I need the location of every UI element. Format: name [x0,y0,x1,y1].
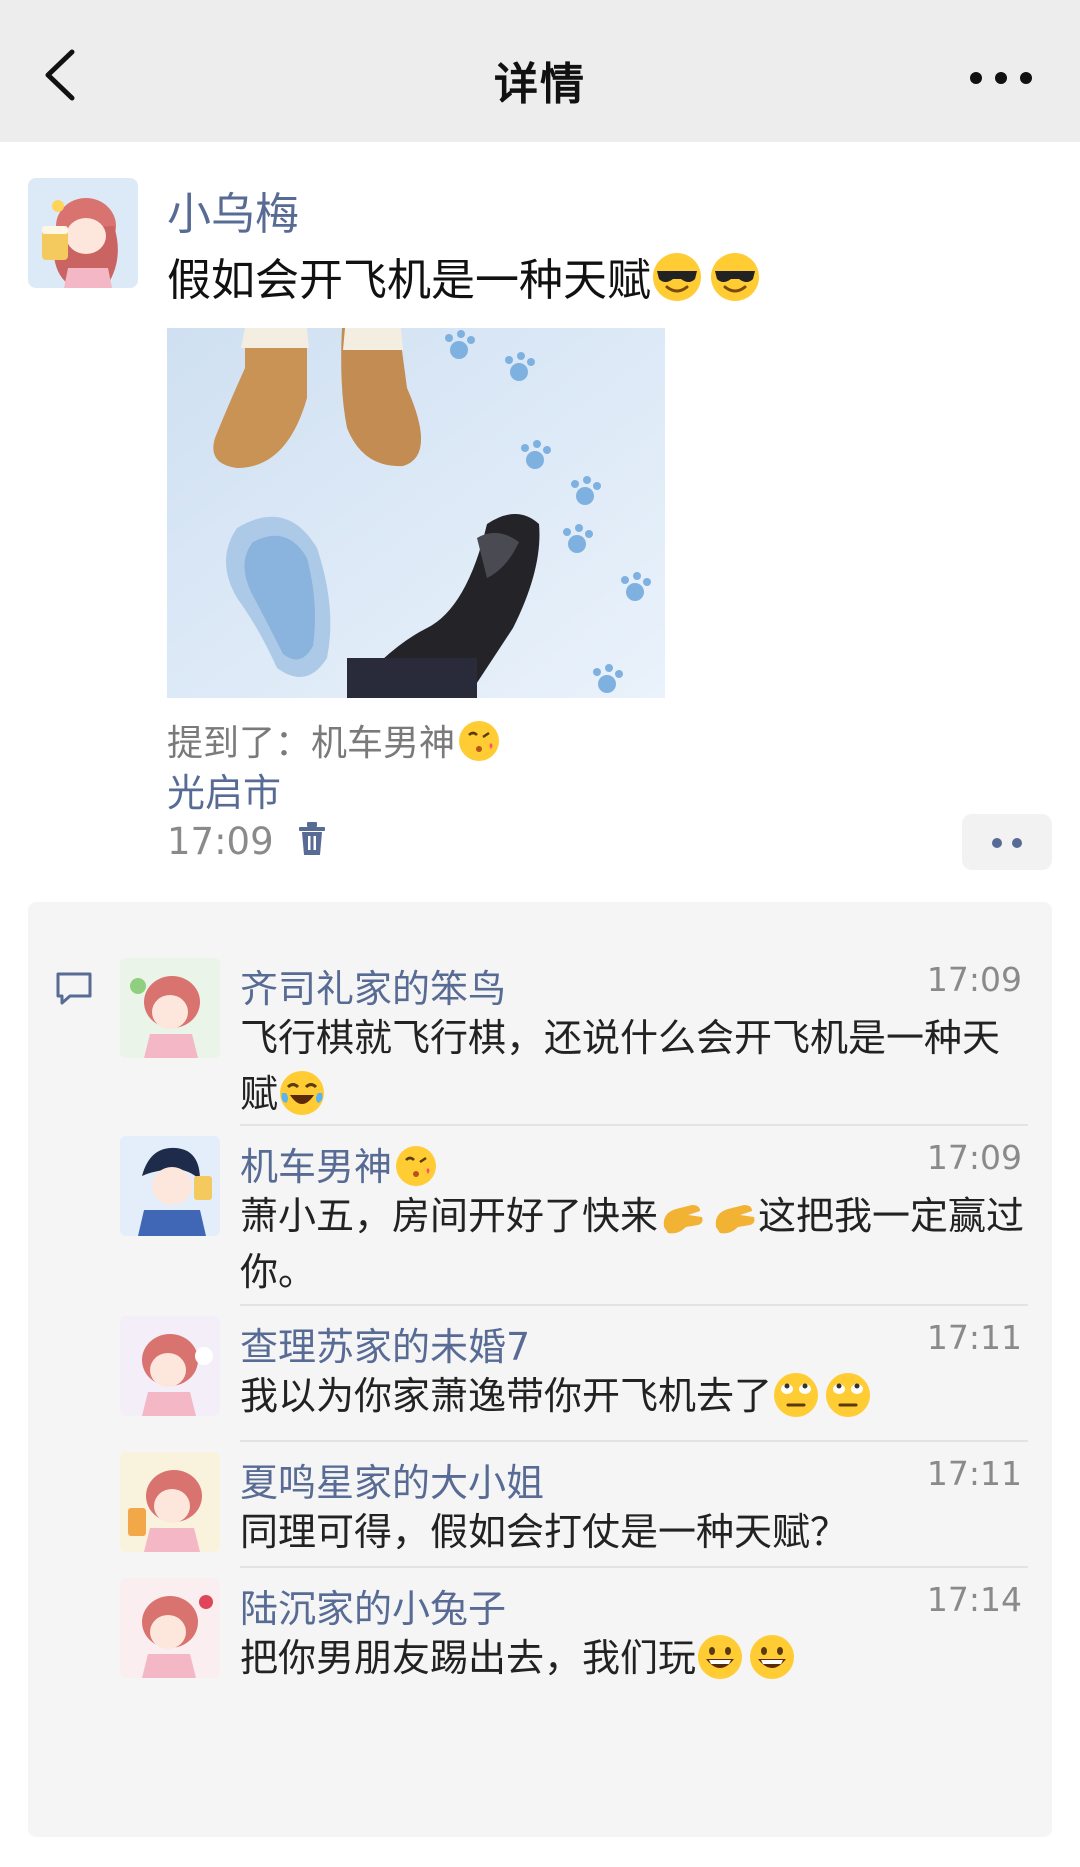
eye-roll-emoji-icon [774,1373,819,1417]
post-text: 假如会开飞机是一种天赋 [167,244,761,308]
comment-item[interactable]: 查理苏家的未婚7 17:11 我以为你家萧逸带你开飞机去了 [120,1316,1052,1426]
comment-divider [240,1304,1028,1306]
post-photo[interactable] [167,328,665,698]
comment-divider [240,1124,1028,1126]
post-text-content: 假如会开飞机是一种天赋 [167,255,651,306]
comment-item[interactable]: 齐司礼家的笨鸟 17:09 飞行棋就飞行棋，还说什么会开飞机是一种天赋 [120,958,1052,1116]
tears-of-joy-emoji-icon [280,1071,325,1115]
beckon-hand-emoji-icon [663,1205,703,1234]
mention-prefix: 提到了： [167,723,312,764]
comment-time: 17:09 [926,1138,1022,1177]
action-dot-icon [992,838,1002,848]
mention-line: 提到了：机车男神 [167,714,501,766]
beckon-hand-emoji-icon [715,1205,755,1234]
commenter-name[interactable]: 陆沉家的小兔子 [240,1578,506,1633]
comment-text-part-a: 萧小五，房间开好了快来 [240,1194,659,1238]
commenter-name[interactable]: 机车男神 [240,1136,438,1191]
action-dot-icon [1012,838,1022,848]
post-author-name[interactable]: 小乌梅 [167,178,299,242]
post-timestamp: 17:09 [167,820,274,863]
kissing-heart-emoji-icon [396,1146,437,1186]
cool-sunglasses-emoji-icon [711,253,759,301]
commenter-name[interactable]: 夏鸣星家的大小姐 [240,1452,544,1507]
comment-time: 17:09 [926,960,1022,999]
comment-text-content: 我以为你家萧逸带你开飞机去了 [240,1374,773,1418]
author-avatar[interactable] [28,178,138,288]
kissing-heart-emoji-icon [459,721,500,761]
comment-text: 把你男朋友踢出去，我们玩 [240,1630,1032,1686]
comment-item[interactable]: 机车男神 17:09 萧小五，房间开好了快来 这把我一定赢过你。 [120,1136,1052,1296]
page-title: 详情 [494,59,586,110]
commenter-name-text: 机车男神 [240,1145,393,1189]
comment-text: 萧小五，房间开好了快来 这把我一定赢过你。 [240,1188,1032,1300]
comment-item[interactable]: 夏鸣星家的大小姐 17:11 同理可得，假如会打仗是一种天赋？ [120,1452,1052,1562]
comment-divider [240,1566,1028,1568]
location-link[interactable]: 光启市 [167,762,281,817]
comment-text: 飞行棋就飞行棋，还说什么会开飞机是一种天赋 [240,1010,1032,1122]
like-comment-button[interactable] [962,814,1052,870]
commenter-avatar[interactable] [120,1316,220,1416]
comment-divider [240,1440,1028,1442]
commenter-avatar[interactable] [120,958,220,1058]
comment-item[interactable]: 陆沉家的小兔子 17:14 把你男朋友踢出去，我们玩 [120,1578,1052,1688]
comment-time: 17:11 [926,1318,1022,1357]
comment-text-content: 飞行棋就飞行棋，还说什么会开飞机是一种天赋 [240,1016,1001,1116]
comment-text-content: 把你男朋友踢出去，我们玩 [240,1636,697,1680]
commenter-name[interactable]: 齐司礼家的笨鸟 [240,958,506,1013]
more-options-icon[interactable] [966,66,1036,90]
mentioned-user[interactable]: 机车男神 [311,723,455,764]
comments-panel: 齐司礼家的笨鸟 17:09 飞行棋就飞行棋，还说什么会开飞机是一种天赋 机车男神… [28,902,1052,1837]
comment-text: 我以为你家萧逸带你开飞机去了 [240,1368,1032,1424]
commenter-avatar[interactable] [120,1578,220,1678]
commenter-name[interactable]: 查理苏家的未婚7 [240,1316,530,1371]
comment-text: 同理可得，假如会打仗是一种天赋？ [240,1510,849,1554]
eye-roll-emoji-icon [826,1373,871,1417]
grin-emoji-icon [750,1635,795,1679]
grin-emoji-icon [698,1635,743,1679]
comment-bubble-icon [56,972,92,1005]
commenter-avatar[interactable] [120,1136,220,1236]
comment-time: 17:11 [926,1454,1022,1493]
navigation-bar: 详情 [0,0,1080,142]
trash-icon[interactable] [297,822,327,856]
cool-sunglasses-emoji-icon [653,253,701,301]
comment-time: 17:14 [926,1580,1022,1619]
commenter-avatar[interactable] [120,1452,220,1552]
